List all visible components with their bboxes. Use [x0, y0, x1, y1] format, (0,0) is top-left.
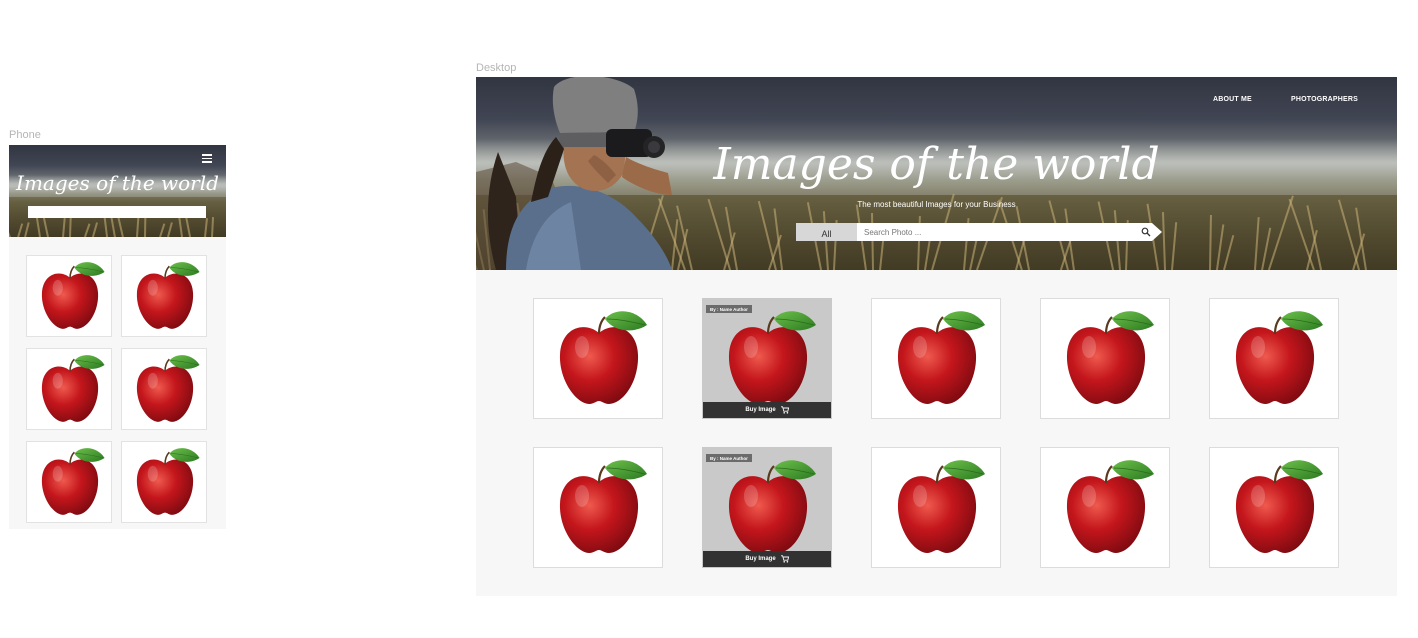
grass-blade [144, 216, 147, 237]
grass-blade [1288, 198, 1316, 270]
apple-image [1235, 311, 1323, 404]
phone-gallery-card[interactable] [26, 255, 112, 337]
desktop-frame: ABOUT ME PHOTOGRAPHERS Images of the wor… [476, 77, 1397, 596]
apple-image [1066, 311, 1154, 404]
gallery-card[interactable] [1209, 447, 1339, 568]
apple-image [559, 460, 647, 553]
phone-frame-label: Phone [9, 129, 41, 141]
grass-blade [61, 217, 66, 237]
phone-hero: Images of the world [9, 145, 226, 237]
nav-photographers[interactable]: PHOTOGRAPHERS [1291, 96, 1358, 103]
grass-blade [9, 223, 11, 237]
grass-blade [1254, 217, 1261, 270]
search-input[interactable] [857, 223, 1152, 241]
grass-blade [1222, 234, 1234, 270]
search-bar-tip [1152, 223, 1162, 241]
apple-image [1066, 460, 1154, 553]
apple-image [559, 311, 647, 404]
gallery-card-hovered[interactable]: By : Name Author Buy Image [702, 298, 832, 419]
apple-image [136, 355, 200, 422]
grass-blade [16, 222, 23, 237]
hamburger-menu-icon[interactable] [202, 154, 212, 163]
apple-image [136, 262, 200, 329]
apple-image [136, 448, 200, 515]
desktop-subtitle: The most beautiful Images for your Busin… [857, 200, 1016, 209]
search-icon[interactable] [1141, 227, 1151, 237]
apple-image [41, 448, 105, 515]
grass-blade [83, 223, 91, 237]
buy-image-button[interactable]: Buy Image [703, 551, 831, 567]
gallery-card[interactable] [533, 447, 663, 568]
cart-icon [780, 406, 789, 414]
apple-image [897, 311, 985, 404]
phone-gallery-card[interactable] [26, 348, 112, 430]
gallery-card-hovered[interactable]: By : Name Author Buy Image [702, 447, 832, 568]
phone-search-input[interactable] [28, 206, 206, 218]
apple-image [728, 460, 816, 553]
grass-blade [1209, 214, 1213, 270]
apple-image [1235, 460, 1323, 553]
grass-blade [91, 222, 98, 237]
cart-icon [780, 555, 789, 563]
nav-about-me[interactable]: ABOUT ME [1213, 96, 1252, 103]
phone-frame: Images of the world [9, 145, 226, 529]
grass-blade [870, 213, 874, 270]
grass-blade [773, 208, 784, 270]
category-select[interactable]: All [796, 223, 857, 241]
phone-title: Images of the world [16, 171, 219, 195]
grass-blade [1161, 212, 1166, 270]
search-bar: All [796, 223, 1164, 241]
phone-gallery-card[interactable] [121, 441, 207, 523]
gallery-card[interactable] [1040, 447, 1170, 568]
grass-blade [136, 217, 140, 237]
grass-blade [203, 217, 208, 237]
desktop-frame-label: Desktop [476, 62, 517, 74]
desktop-title: Images of the world [713, 139, 1160, 190]
grass-blade [24, 221, 31, 237]
phone-gallery-card[interactable] [26, 441, 112, 523]
grass-blade [1215, 224, 1225, 270]
phone-gallery-card[interactable] [121, 255, 207, 337]
apple-image [728, 311, 816, 404]
grass-blade [707, 199, 732, 270]
gallery-card[interactable] [533, 298, 663, 419]
grass-blade [1170, 222, 1177, 270]
desktop-hero: ABOUT ME PHOTOGRAPHERS Images of the wor… [476, 77, 1397, 270]
gallery-card[interactable] [1040, 298, 1170, 419]
gallery-card[interactable] [871, 298, 1001, 419]
grass-blade [166, 222, 173, 237]
buy-image-label: Buy Image [745, 407, 776, 413]
gallery-card[interactable] [1209, 298, 1339, 419]
apple-image [41, 262, 105, 329]
buy-image-button[interactable]: Buy Image [703, 402, 831, 418]
grass-blade [69, 216, 72, 237]
author-badge: By : Name Author [706, 454, 752, 462]
gallery-card[interactable] [871, 447, 1001, 568]
phone-gallery-card[interactable] [121, 348, 207, 430]
author-badge: By : Name Author [706, 305, 752, 313]
apple-image [41, 355, 105, 422]
grass-blade [158, 223, 166, 237]
buy-image-label: Buy Image [745, 556, 776, 562]
apple-image [897, 460, 985, 553]
grass-blade [211, 216, 215, 237]
